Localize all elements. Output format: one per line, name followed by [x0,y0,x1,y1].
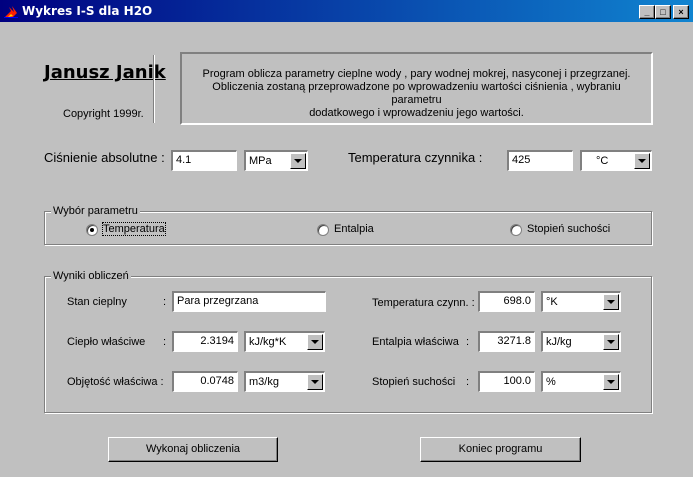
maximize-button[interactable]: □ [655,5,671,19]
chevron-down-icon[interactable] [634,153,650,169]
specific-heat-label: Ciepło właściwe [67,336,146,348]
compute-button[interactable]: Wykonaj obliczenia [108,437,278,462]
radio-dryness[interactable] [510,224,522,236]
copyright-text: Copyright 1999r. [63,108,144,120]
flame-icon [4,6,18,18]
temperature-unit-select[interactable]: °C [580,150,652,171]
result-temperature-unit-value: °K [546,296,558,308]
description-text: Program oblicza parametry cieplne wody ,… [182,68,651,120]
chevron-down-icon[interactable] [307,374,323,390]
specific-volume-unit-value: m3/kg [249,376,279,388]
results-group-title: Wyniki obliczeń [51,269,131,283]
author-name: Janusz Janik [44,62,166,83]
radio-enthalpy-label[interactable]: Entalpia [334,223,374,235]
main-window: Wykres I-S dla H2O _ □ × Janusz Janik Co… [0,0,693,477]
parameter-group: Wybór parametru Temperatura Entalpia Sto… [44,204,652,245]
specific-volume-label: Objętość właściwa : [67,376,164,388]
dryness-label: Stopień suchości [372,376,456,388]
description-line: Obliczenia zostaną przeprowadzone po wpr… [212,81,621,106]
pressure-input[interactable]: 4.1 [171,150,237,171]
temperature-label: Temperatura czynnika : [348,150,483,165]
state-colon: : [163,296,167,308]
author-divider [153,55,155,123]
radio-temperature[interactable] [86,224,98,236]
result-temperature-label: Temperatura czynn. : [372,297,475,309]
description-line: Program oblicza parametry cieplne wody ,… [202,68,631,80]
chevron-down-icon[interactable] [603,334,619,350]
client-area: Janusz Janik Copyright 1999r. Program ob… [0,22,693,477]
dryness-unit-value: % [546,376,556,388]
minimize-button[interactable]: _ [639,5,655,19]
chevron-down-icon[interactable] [290,153,306,169]
result-temperature-output: 698.0 [478,291,535,312]
specific-heat-unit-value: kJ/kg*K [249,336,287,348]
temperature-unit-value: °C [596,155,609,167]
pressure-unit-value: MPa [249,155,272,167]
pressure-unit-select[interactable]: MPa [244,150,308,171]
radio-temperature-label[interactable]: Temperatura [102,222,166,236]
pressure-label: Ciśnienie absolutne : [44,150,165,165]
enthalpy-output: 3271.8 [478,331,535,352]
enthalpy-label: Entalpia właściwa [372,336,459,348]
enthalpy-unit-value: kJ/kg [546,336,572,348]
results-group: Wyniki obliczeń Stan cieplny : Para prze… [44,269,652,413]
chevron-down-icon[interactable] [603,294,619,310]
specific-heat-unit-select[interactable]: kJ/kg*K [244,331,325,352]
enthalpy-colon: : [466,336,470,348]
radio-dryness-label[interactable]: Stopień suchości [527,223,610,235]
specific-volume-unit-select[interactable]: m3/kg [244,371,325,392]
temperature-input[interactable]: 425 [507,150,573,171]
specific-heat-colon: : [163,336,167,348]
enthalpy-unit-select[interactable]: kJ/kg [541,331,621,352]
specific-volume-output: 0.0748 [172,371,238,392]
state-label: Stan cieplny [67,296,127,308]
title-bar[interactable]: Wykres I-S dla H2O _ □ × [0,0,693,22]
parameter-group-title: Wybór parametru [51,204,140,218]
result-temperature-unit-select[interactable]: °K [541,291,621,312]
exit-button[interactable]: Koniec programu [420,437,581,462]
dryness-colon: : [466,376,470,388]
chevron-down-icon[interactable] [307,334,323,350]
close-button[interactable]: × [673,5,689,19]
description-line: dodatkowego i wprowadzeniu jego wartości… [309,107,524,119]
window-title: Wykres I-S dla H2O [22,4,153,18]
description-panel: Program oblicza parametry cieplne wody ,… [180,52,653,125]
dryness-unit-select[interactable]: % [541,371,621,392]
specific-heat-output: 2.3194 [172,331,238,352]
state-output: Para przegrzana [172,291,326,312]
radio-enthalpy[interactable] [317,224,329,236]
dryness-output: 100.0 [478,371,535,392]
chevron-down-icon[interactable] [603,374,619,390]
